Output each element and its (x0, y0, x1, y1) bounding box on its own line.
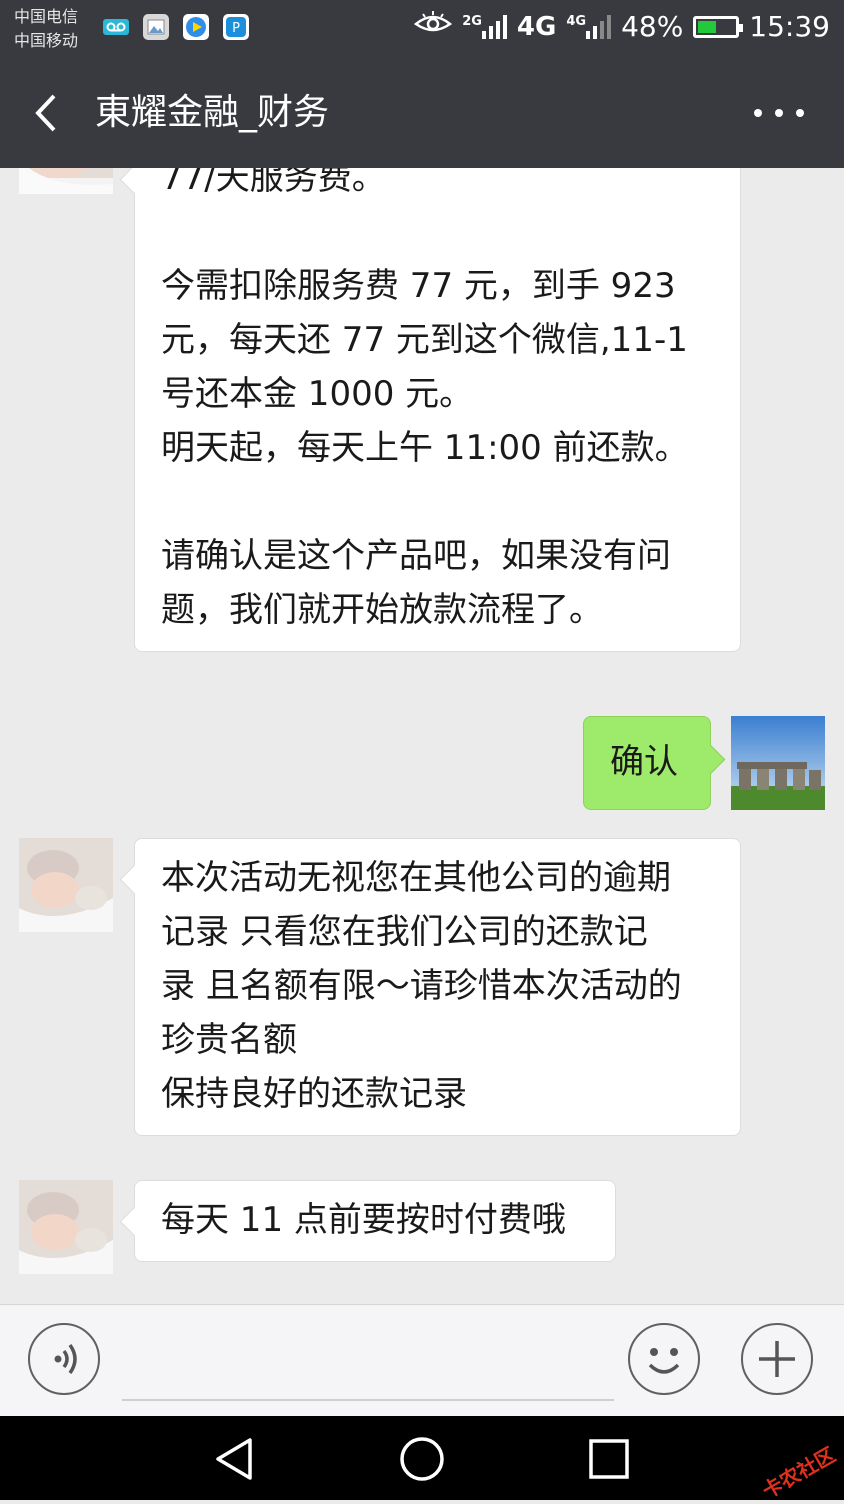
my-avatar[interactable] (731, 716, 825, 810)
back-button[interactable] (30, 88, 74, 138)
message-line: 题，我们就开始放款流程了。 (161, 590, 603, 630)
emoji-icon (648, 1348, 680, 1374)
message-text: 每天 11 点前要按时付费哦 (161, 1200, 566, 1240)
battery-percent: 48% (621, 10, 684, 43)
avatar[interactable] (19, 1180, 113, 1274)
nav-recent-button[interactable] (584, 1434, 634, 1484)
message-line: 明天起，每天上午 11:00 前还款。 (161, 428, 689, 468)
chevron-left-icon (35, 94, 56, 132)
more-functions-button[interactable] (741, 1323, 813, 1395)
voicemail-icon (103, 14, 129, 40)
carrier-2: 中国移动 (14, 31, 79, 50)
voice-button[interactable] (28, 1323, 100, 1395)
message-bubble-incoming[interactable]: 每天 11 点前要按时付费哦 (134, 1180, 616, 1262)
net-label-2g: 2G (462, 13, 482, 29)
signal-2g-icon: 2G (462, 13, 507, 39)
message-input[interactable] (122, 1325, 614, 1401)
message-line: 请确认是这个产品吧，如果没有问 (161, 536, 671, 576)
message-gap (161, 475, 716, 529)
status-bar: 中国电信 中国移动 P 2G 4G 4G 48% 15:39 (0, 0, 844, 58)
message-bubble-incoming[interactable]: 77/天服务费。 今需扣除服务费 77 元，到手 923 元，每天还 77 元到… (134, 168, 741, 652)
message-line: 记录 只看您在我们公司的还款记 (161, 912, 648, 952)
input-bar (0, 1304, 844, 1416)
message-line: 今需扣除服务费 77 元，到手 923 (161, 266, 676, 306)
chat-area[interactable]: 77/天服务费。 今需扣除服务费 77 元，到手 923 元，每天还 77 元到… (0, 168, 844, 1304)
video-app-icon (183, 14, 209, 40)
battery-icon (693, 15, 744, 38)
system-nav-bar: 卡农社区 (0, 1416, 844, 1503)
message-line: 77/天服务费。 (161, 168, 386, 198)
message-bubble-incoming[interactable]: 本次活动无视您在其他公司的逾期 记录 只看您在我们公司的还款记 录 且名额有限～… (134, 838, 741, 1136)
nav-back-button[interactable] (210, 1434, 260, 1484)
carrier-labels: 中国电信 中国移动 (14, 5, 78, 53)
more-dot (796, 109, 804, 117)
clock: 15:39 (749, 10, 830, 43)
net-label-4g: 4G (516, 11, 557, 42)
nav-home-button[interactable] (397, 1434, 447, 1484)
watermark: 卡农社区 (758, 1442, 840, 1504)
message-line: 录 且名额有限～请珍惜本次活动的 (161, 966, 682, 1006)
avatar[interactable] (19, 838, 113, 932)
voice-icon (54, 1343, 77, 1375)
message-gap (161, 205, 716, 259)
message-text: 确认 (610, 742, 678, 782)
eye-comfort-icon (414, 10, 453, 43)
message-line: 珍贵名额 (161, 1020, 297, 1060)
nav-back-icon (216, 1438, 252, 1480)
title-bar: 東耀金融_财务 (0, 58, 844, 168)
nav-home-icon (400, 1437, 444, 1481)
nav-recent-icon (589, 1439, 629, 1479)
plus-icon (759, 1341, 795, 1377)
message-line: 号还本金 1000 元。 (161, 374, 474, 414)
signal-4g-icon: 4G (566, 13, 612, 39)
avatar[interactable] (19, 168, 113, 194)
message-line: 元，每天还 77 元到这个微信,11-1 (161, 320, 688, 360)
carrier-1: 中国电信 (14, 7, 79, 26)
chat-title: 東耀金融_财务 (95, 92, 330, 133)
more-button[interactable] (754, 98, 804, 128)
more-dot (775, 109, 783, 117)
status-right: 2G 4G 4G 48% 15:39 (414, 10, 830, 43)
net-label-4g-small: 4G (566, 13, 587, 29)
svg-text:P: P (232, 21, 240, 36)
message-line: 本次活动无视您在其他公司的逾期 (161, 858, 671, 898)
message-line: 保持良好的还款记录 (161, 1074, 467, 1114)
emoji-button[interactable] (628, 1323, 700, 1395)
pptv-app-icon: P (223, 14, 249, 40)
gallery-icon (143, 14, 169, 40)
more-dots-icon (754, 109, 762, 117)
message-bubble-outgoing[interactable]: 确认 (583, 716, 711, 810)
notification-icons: P (103, 14, 249, 40)
